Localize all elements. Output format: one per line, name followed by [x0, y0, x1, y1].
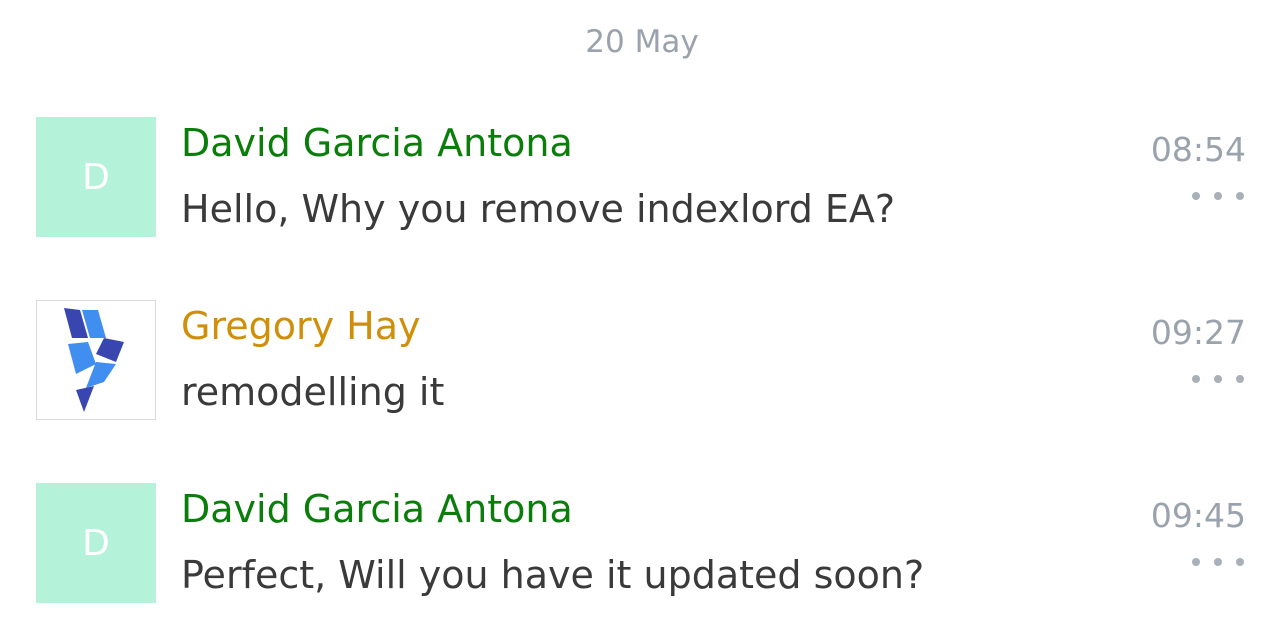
message-text: remodelling it	[181, 370, 445, 414]
message-text: Perfect, Will you have it updated soon?	[181, 553, 925, 597]
message-author[interactable]: David Garcia Antona	[181, 120, 573, 166]
ellipsis-icon	[1236, 375, 1244, 383]
date-separator: 20 May	[585, 24, 699, 60]
more-options-button[interactable]	[1192, 554, 1244, 570]
ellipsis-icon	[1214, 192, 1222, 200]
ellipsis-icon	[1214, 375, 1222, 383]
ellipsis-icon	[1214, 558, 1222, 566]
message-item: Gregory Hay remodelling it 09:27	[0, 299, 1284, 421]
ellipsis-icon	[1236, 192, 1244, 200]
message-time: 08:54	[1150, 130, 1246, 169]
message-author[interactable]: David Garcia Antona	[181, 486, 573, 532]
ellipsis-icon	[1192, 375, 1200, 383]
message-item: D David Garcia Antona Hello, Why you rem…	[0, 116, 1284, 238]
message-time: 09:27	[1150, 313, 1246, 352]
ellipsis-icon	[1192, 558, 1200, 566]
more-options-button[interactable]	[1192, 371, 1244, 387]
message-time: 09:45	[1150, 496, 1246, 535]
avatar-letter: D	[82, 522, 110, 564]
indexlord-logo-icon	[64, 308, 124, 412]
avatar[interactable]: D	[36, 117, 156, 237]
more-options-button[interactable]	[1192, 188, 1244, 204]
avatar[interactable]	[36, 300, 156, 420]
ellipsis-icon	[1192, 192, 1200, 200]
ellipsis-icon	[1236, 558, 1244, 566]
message-text: Hello, Why you remove indexlord EA?	[181, 187, 896, 231]
message-author[interactable]: Gregory Hay	[181, 303, 421, 349]
avatar-letter: D	[82, 156, 110, 198]
avatar[interactable]: D	[36, 483, 156, 603]
message-item: D David Garcia Antona Perfect, Will you …	[0, 482, 1284, 604]
